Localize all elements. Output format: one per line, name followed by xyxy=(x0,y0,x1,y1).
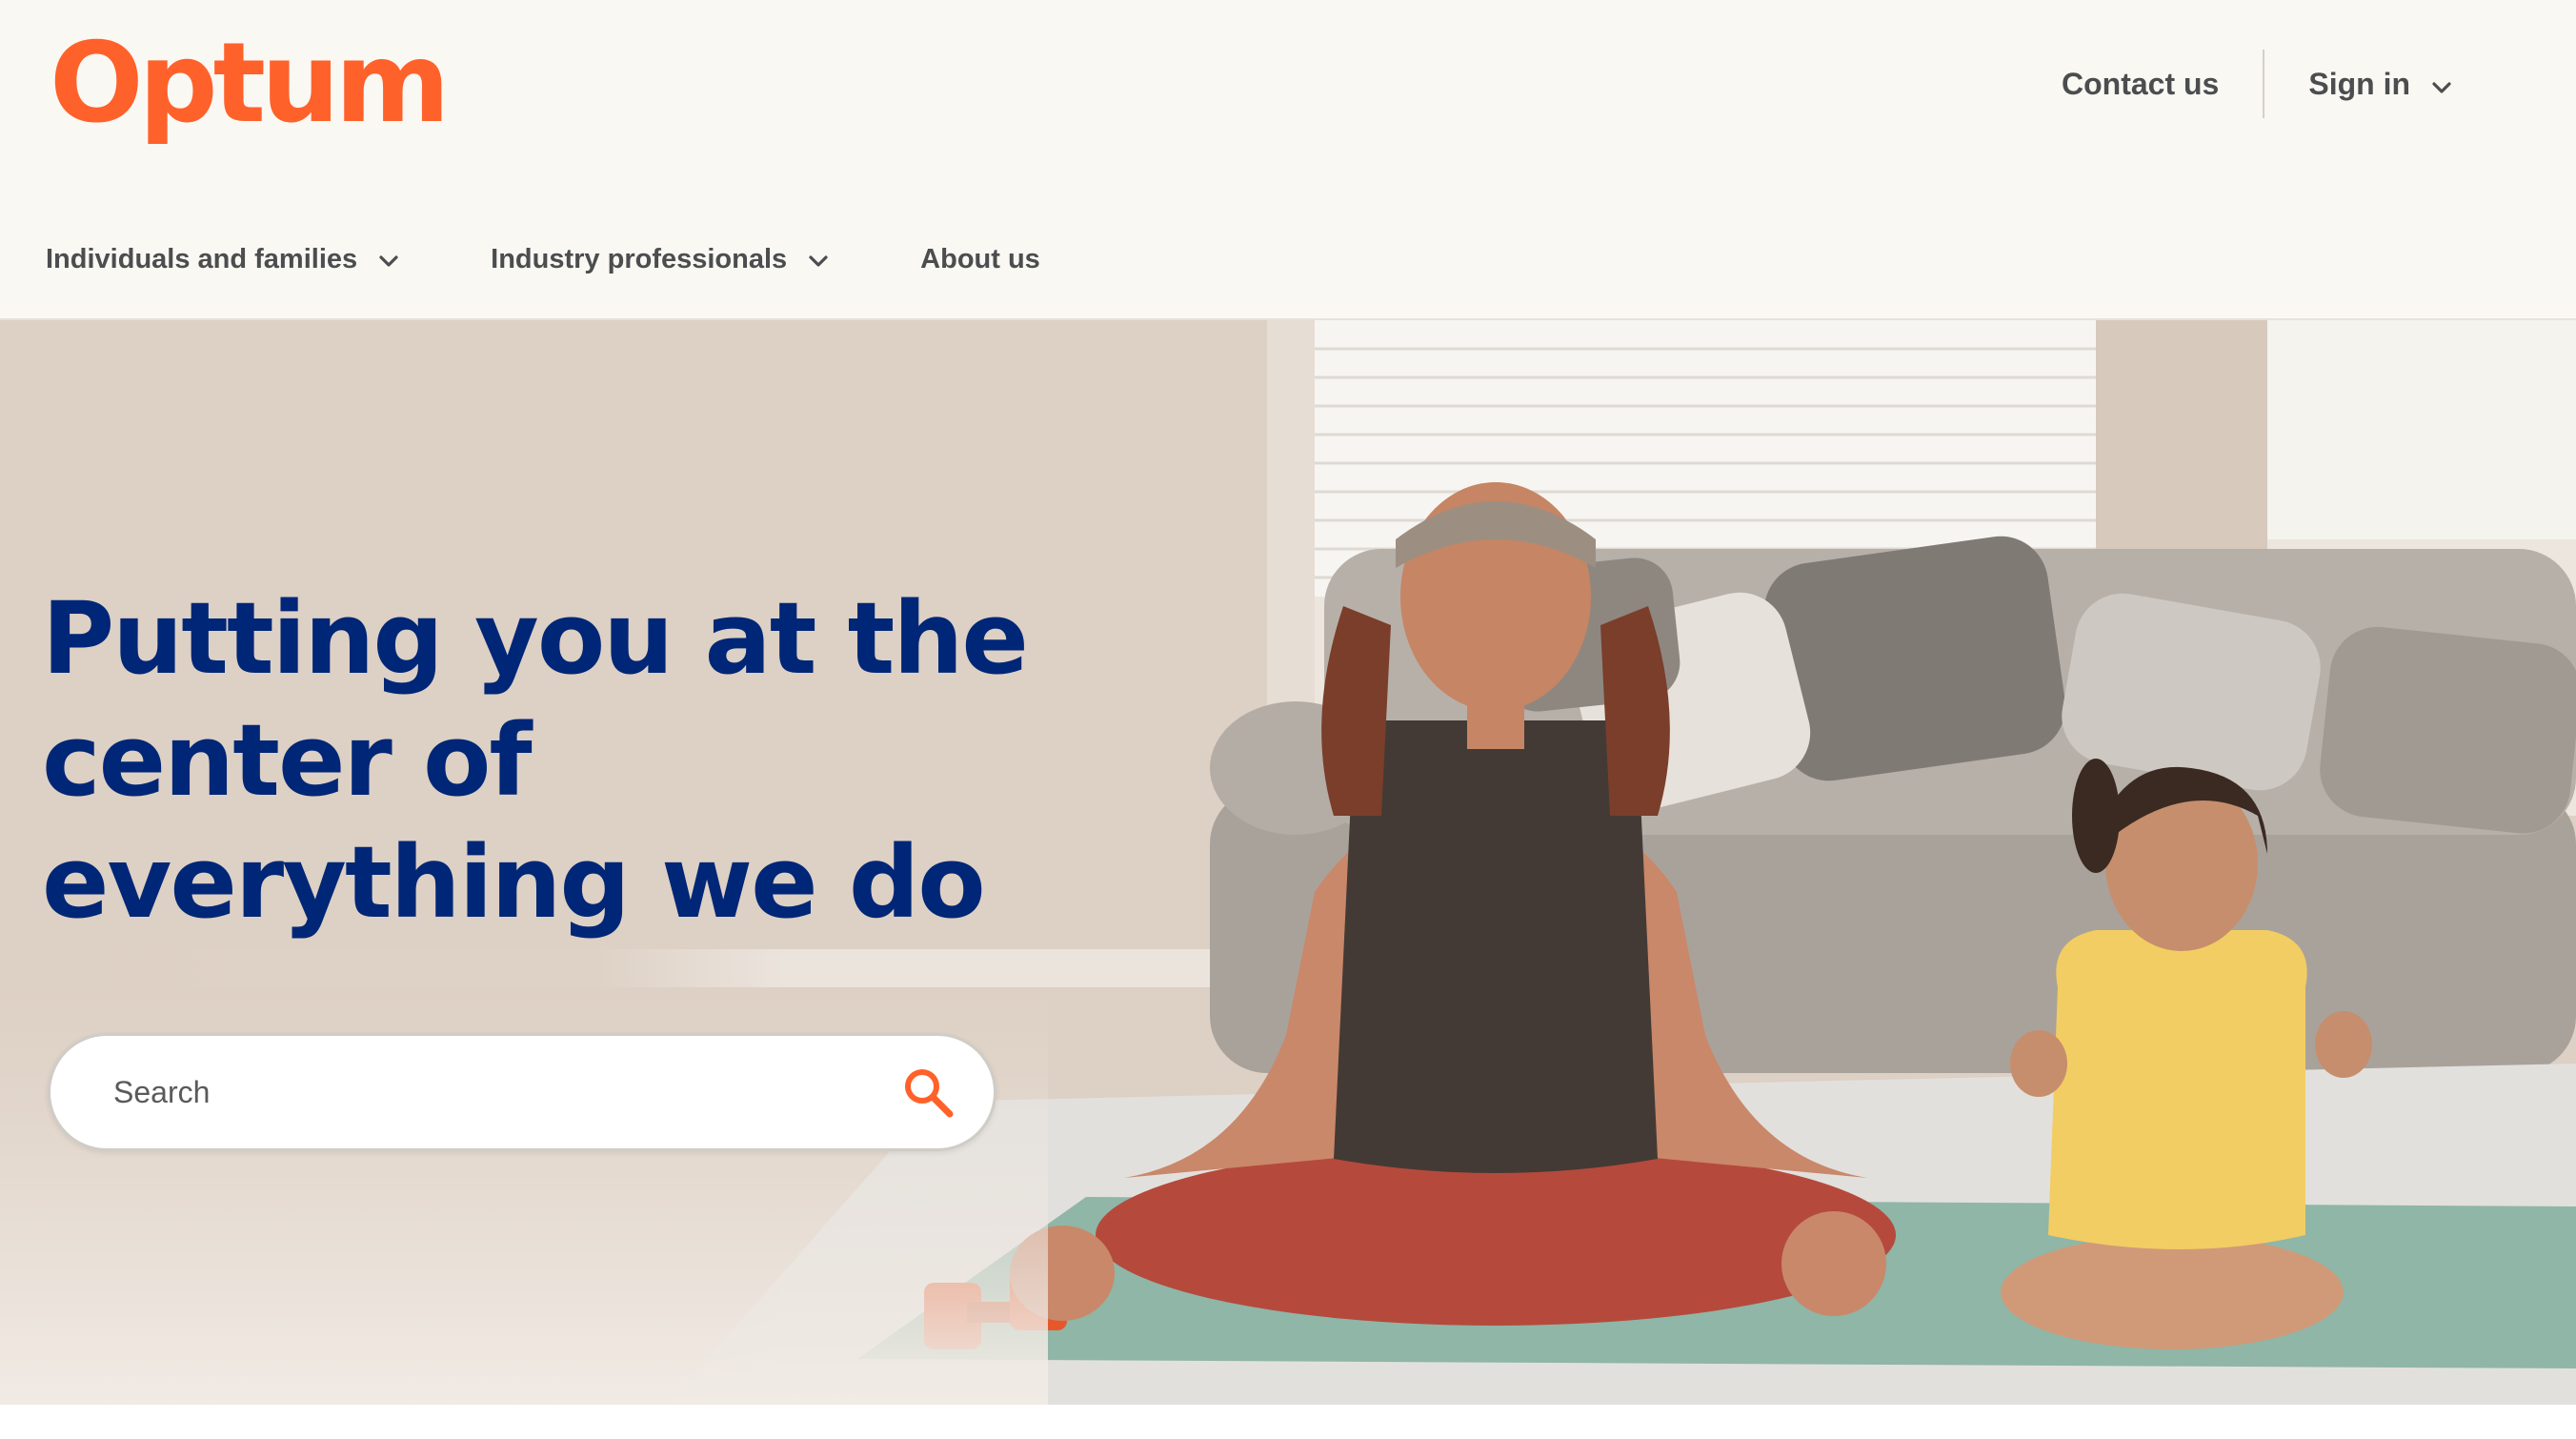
site-header: Optum Contact us Sign in Individuals and… xyxy=(0,0,2576,320)
chevron-down-icon xyxy=(2431,67,2452,102)
chevron-down-icon xyxy=(378,244,399,275)
optum-logo[interactable]: Optum xyxy=(50,29,451,139)
search-input[interactable] xyxy=(111,1063,858,1122)
utility-nav: Contact us Sign in xyxy=(2062,50,2452,118)
contact-us-label: Contact us xyxy=(2062,66,2220,101)
nav-item-industry-professionals[interactable]: Industry professionals xyxy=(491,244,829,275)
nav-item-label: Industry professionals xyxy=(491,243,788,274)
utility-divider xyxy=(2263,50,2265,118)
search-bar xyxy=(48,1033,996,1151)
sign-in-button[interactable]: Sign in xyxy=(2308,67,2452,102)
page-bottom-strip xyxy=(0,1405,2576,1439)
nav-item-label: Individuals and families xyxy=(46,243,358,274)
nav-item-about-us[interactable]: About us xyxy=(920,244,1040,275)
nav-item-individuals-and-families[interactable]: Individuals and families xyxy=(46,244,399,275)
hero-banner: Putting you at the center of everything … xyxy=(0,320,2576,1405)
search-icon xyxy=(905,1069,954,1118)
sign-in-label: Sign in xyxy=(2308,66,2410,101)
hero-headline: Putting you at the center of everything … xyxy=(42,580,1029,941)
contact-us-link[interactable]: Contact us xyxy=(2062,67,2219,102)
main-nav: Individuals and families Industry profes… xyxy=(46,236,1132,282)
nav-item-label: About us xyxy=(920,243,1040,274)
chevron-down-icon xyxy=(808,244,829,275)
search-button[interactable] xyxy=(900,1064,957,1122)
